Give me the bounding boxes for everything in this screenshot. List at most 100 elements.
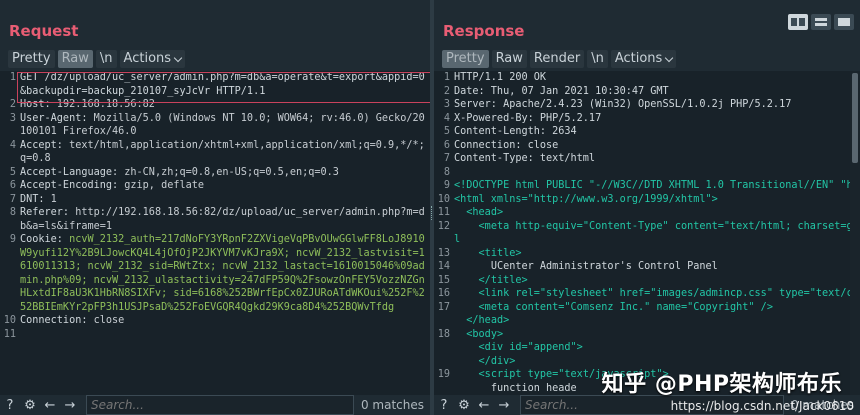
code-line: 6 Connection: close	[434, 139, 860, 153]
code-line: 14 UCenter Administrator's Control Panel	[434, 260, 860, 274]
line-text: DNT: 1	[20, 193, 57, 205]
line-number: 2	[443, 85, 450, 97]
line-number	[434, 382, 454, 396]
line-text: Content-Length: 2634	[454, 126, 577, 137]
line-number: 9	[9, 234, 16, 245]
watermark: 知乎 @PHP架构师布乐	[601, 372, 842, 397]
forward-arrow-icon[interactable]: →	[494, 398, 514, 413]
request-pane: Request Pretty Raw \n Actions 1 GET /dz/u…	[0, 0, 430, 415]
line-text: <meta http-equiv="Content-Type" content=…	[454, 220, 859, 246]
line-number: 9	[443, 180, 450, 191]
line-text: User-Agent: Mozilla/5.0 (Windows NT 10.0…	[20, 112, 425, 138]
line-number: 18	[437, 328, 450, 340]
line-text: </title>	[454, 274, 528, 286]
code-line: 8 Referer: http://192.168.18.56:82/dz/upl…	[0, 206, 430, 233]
line-text: <!DOCTYPE html PUBLIC "-//W3C//DTD XHTML…	[454, 180, 859, 191]
request-match-count: 0 matches	[360, 398, 424, 412]
back-arrow-icon[interactable]: ←	[40, 398, 60, 413]
line-number: 12	[437, 220, 450, 232]
line-number: 5	[9, 166, 16, 178]
request-search-bar: ? ⚙ ← → 0 matches	[0, 395, 430, 415]
request-title: Request	[9, 22, 79, 40]
gear-icon[interactable]: ⚙	[454, 398, 474, 413]
tab-pretty[interactable]: Pretty	[8, 50, 55, 68]
line-number	[434, 355, 454, 369]
line-number: 14	[437, 261, 450, 272]
code-line: 8	[434, 166, 860, 180]
scrollbar-thumb[interactable]	[852, 73, 858, 163]
line-number: 1	[9, 72, 16, 83]
response-pane: Response Pretty Raw Render \n Actions 1H…	[434, 0, 860, 415]
line-number: 13	[437, 247, 450, 259]
tab-pretty[interactable]: Pretty	[442, 50, 489, 68]
line-text: GET /dz/upload/uc_server/admin.php?m=db&…	[20, 72, 425, 97]
tab-raw[interactable]: Raw	[491, 50, 527, 68]
line-number: 6	[443, 139, 450, 151]
line-text	[20, 328, 430, 342]
line-text: <meta content="Comsenz Inc." name="Copyr…	[454, 301, 773, 313]
code-line: 7 Content-Type: text/html	[434, 152, 860, 166]
response-scrollbar[interactable]	[850, 71, 860, 395]
tab-raw[interactable]: Raw	[57, 50, 93, 68]
line-text: Content-Type: text/html	[454, 153, 596, 164]
line-text: <title>	[454, 247, 522, 259]
code-line: 16 <link rel="stylesheet" href="images/a…	[434, 287, 860, 301]
help-icon[interactable]: ?	[434, 398, 454, 413]
line-number	[434, 341, 454, 355]
single-pane-icon[interactable]	[834, 14, 854, 30]
line-text	[454, 166, 860, 180]
code-line: 2 Host: 192.168.18.56:82	[0, 98, 430, 112]
code-line: 5 Accept-Language: zh-CN,zh;q=0.8,en-US;q…	[0, 166, 430, 180]
tab-newline[interactable]: \n	[587, 50, 608, 68]
code-line: 6 Accept-Encoding: gzip, deflate	[0, 179, 430, 193]
response-tabs: Pretty Raw Render \n Actions	[442, 50, 677, 68]
forward-arrow-icon[interactable]: →	[60, 398, 80, 413]
line-number: 7	[9, 193, 16, 205]
line-number: 11	[437, 207, 450, 218]
request-editor[interactable]: 1 GET /dz/upload/uc_server/admin.php?m=db…	[0, 71, 430, 395]
line-text: X-Powered-By: PHP/5.2.17	[454, 112, 602, 124]
code-line: 5 Content-Length: 2634	[434, 125, 860, 139]
line-text: Connection: close	[454, 139, 559, 151]
line-text: <div id="append">	[454, 342, 583, 353]
line-text: Accept-Language: zh-CN,zh;q=0.8,en-US;q=…	[20, 166, 339, 178]
help-icon[interactable]: ?	[0, 398, 20, 413]
back-arrow-icon[interactable]: ←	[474, 398, 494, 413]
code-line: 15 </title>	[434, 274, 860, 288]
line-number: 8	[443, 166, 450, 178]
code-line: 1 HTTP/1.1 200 OK	[434, 71, 860, 85]
line-number: 3	[9, 112, 16, 124]
code-line: 1 GET /dz/upload/uc_server/admin.php?m=db…	[0, 71, 430, 98]
line-number: 15	[437, 274, 450, 286]
code-line: 18 <body>	[434, 328, 860, 342]
line-number: 5	[443, 126, 450, 137]
code-line: 9 Cookie: ncvW_2132_auth=217dNoFY3YRpnF2Z…	[0, 233, 430, 314]
code-line: 11	[0, 328, 430, 342]
actions-dropdown[interactable]: Actions	[610, 50, 677, 68]
line-text: Cookie: ncvW_2132_auth=217dNoFY3YRpnF2ZX…	[20, 234, 425, 313]
line-number: 3	[443, 99, 450, 110]
line-number: 6	[9, 180, 16, 191]
line-text: Host: 192.168.18.56:82	[20, 99, 155, 110]
response-title: Response	[443, 22, 525, 40]
gear-icon[interactable]: ⚙	[20, 398, 40, 413]
request-search-input[interactable]	[86, 395, 354, 415]
line-text: Accept-Encoding: gzip, deflate	[20, 180, 205, 191]
code-line: 4 Accept: text/html,application/xhtml+xml…	[0, 139, 430, 166]
line-number: 1	[443, 72, 450, 83]
tab-render[interactable]: Render	[529, 50, 585, 68]
burp-repeater-panel: Request Pretty Raw \n Actions 1 GET /dz/u…	[0, 0, 860, 415]
code-line: <div id="append">	[434, 341, 860, 355]
line-number: 4	[443, 112, 450, 124]
side-by-side-icon[interactable]	[788, 14, 808, 30]
actions-dropdown[interactable]: Actions	[119, 50, 186, 68]
layout-toggle	[788, 14, 854, 30]
line-number: 17	[437, 301, 450, 313]
code-line: 4 X-Powered-By: PHP/5.2.17	[434, 112, 860, 126]
code-line: 10 Connection: close	[0, 314, 430, 328]
line-text: Date: Thu, 07 Jan 2021 10:30:47 GMT	[454, 85, 669, 97]
tab-newline[interactable]: \n	[95, 50, 117, 68]
stacked-layout-icon[interactable]	[811, 14, 831, 30]
line-text: <body>	[454, 328, 504, 340]
response-editor[interactable]: 1 HTTP/1.1 200 OK 2 Date: Thu, 07 Jan 2021 …	[434, 71, 860, 395]
